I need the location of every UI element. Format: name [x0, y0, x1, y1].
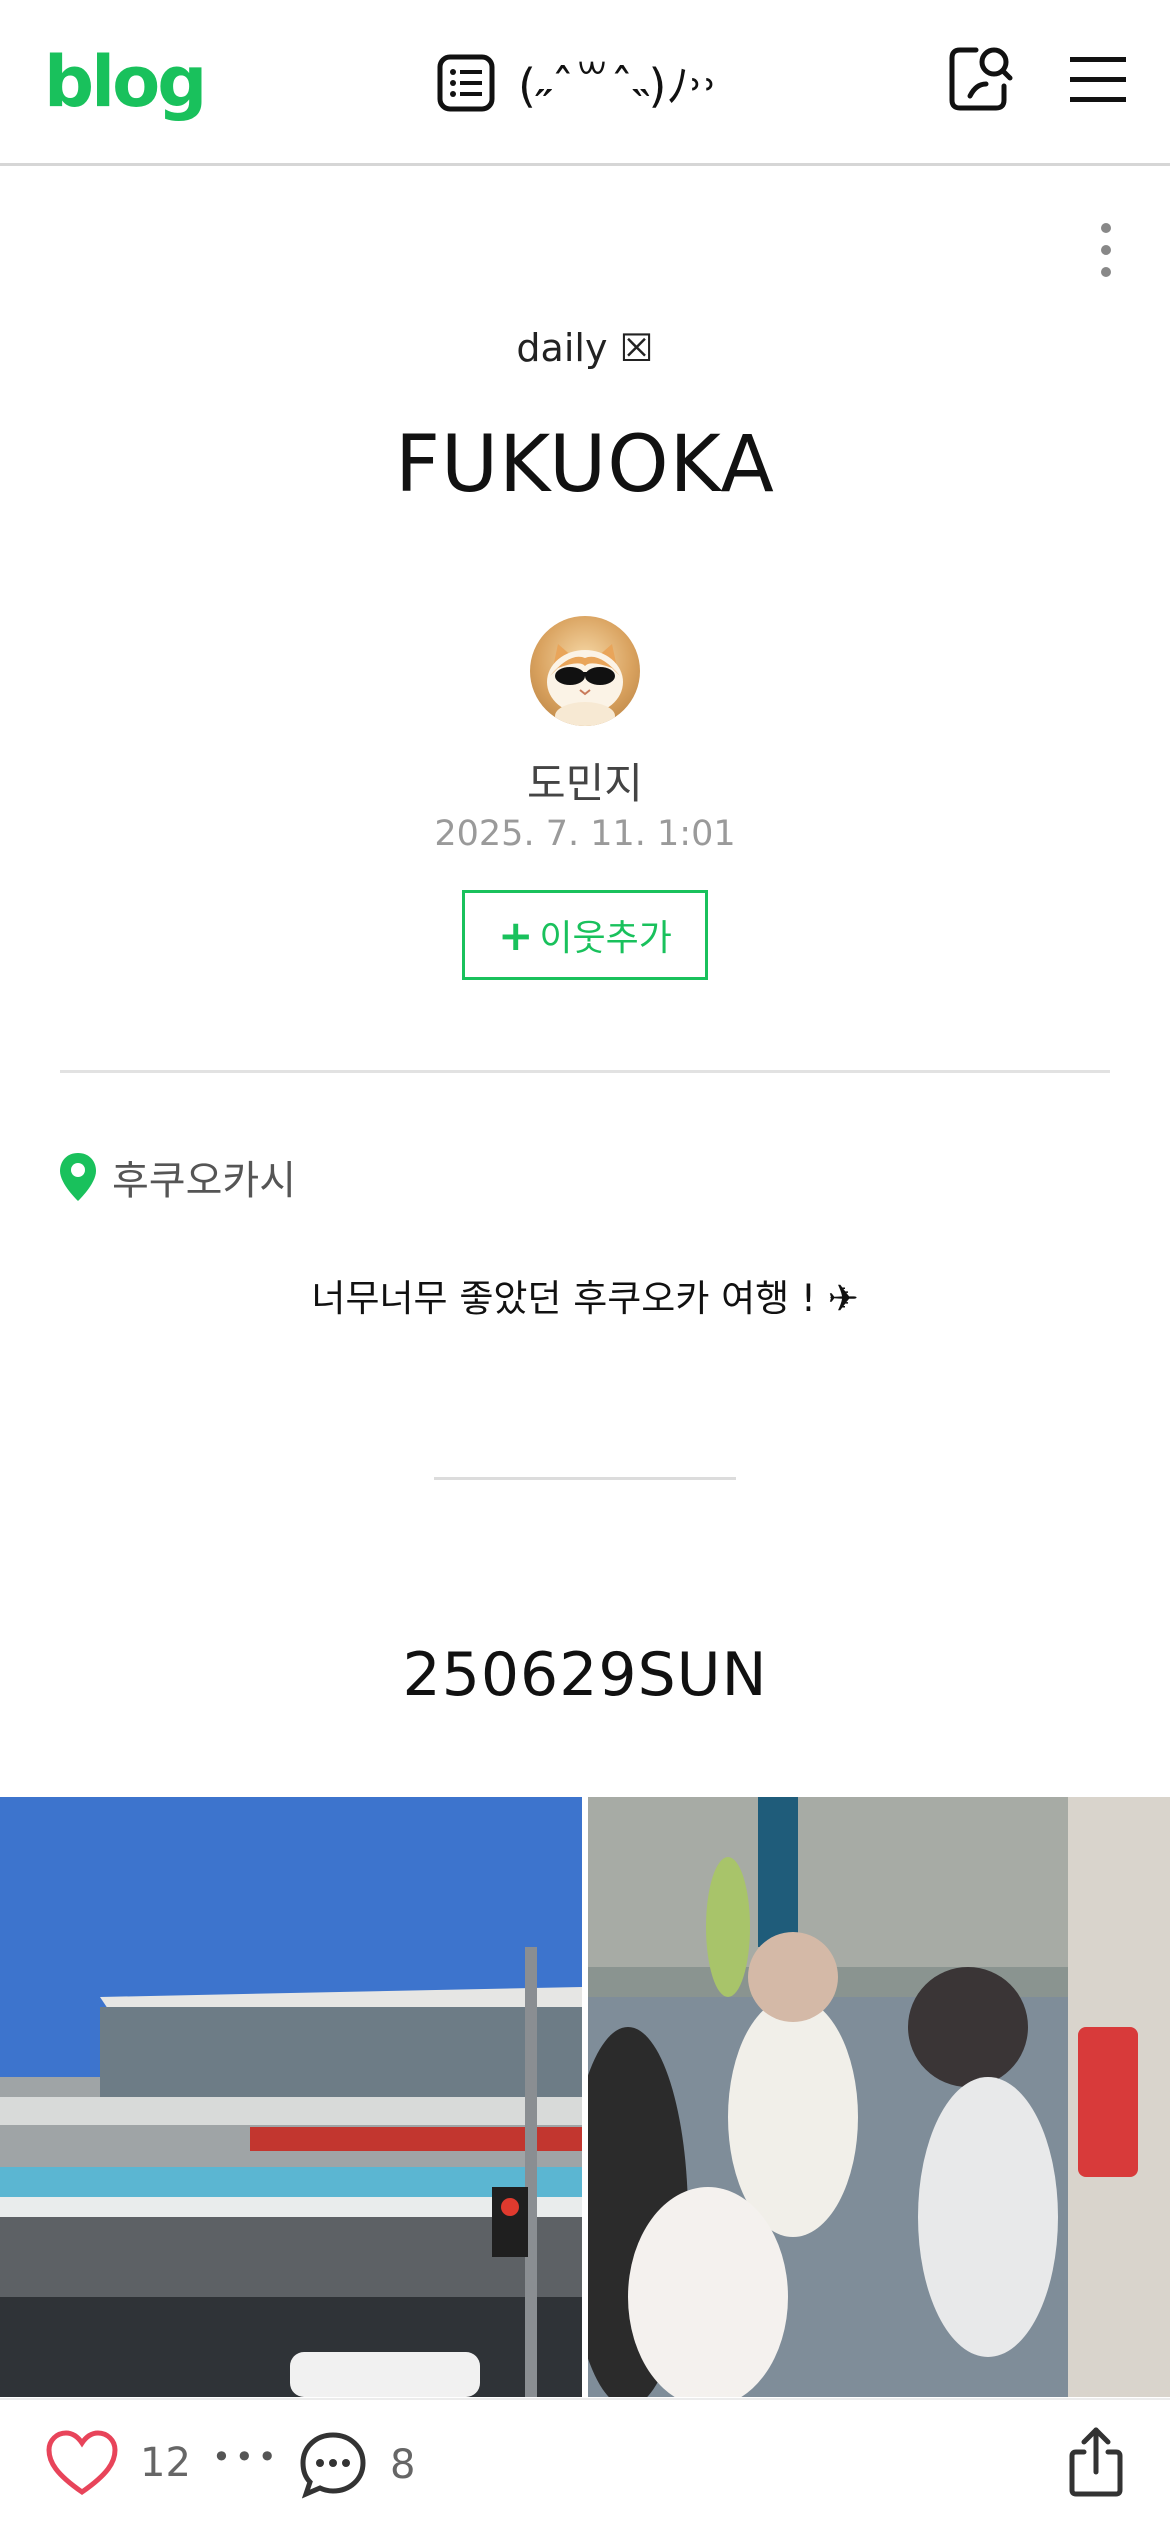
post-category[interactable]: daily ☒ [0, 326, 1170, 370]
share-icon [1069, 2427, 1123, 2497]
section-title: 250629SUN [402, 1640, 768, 1710]
plus-icon: + [498, 910, 534, 960]
share-button[interactable] [1068, 2426, 1124, 2498]
top-header: blog (˶ˆ꒳ˆ˵)ﾉ˒˒ [0, 0, 1170, 166]
post-title: FUKUOKA [395, 420, 775, 510]
bottom-action-bar: 12 ••• 8 [0, 2398, 1170, 2532]
hamburger-menu-icon[interactable] [1070, 53, 1126, 105]
post-intro-text: 너무너무 좋았던 후쿠오카 여행 ! ✈ [311, 1277, 859, 1320]
heart-icon [46, 2430, 118, 2496]
add-neighbor-button[interactable]: + 이웃추가 [462, 890, 708, 980]
comment-count: 8 [390, 2442, 416, 2488]
search-icon[interactable] [946, 44, 1014, 114]
station-people-illustration [588, 1797, 1170, 2397]
list-icon[interactable] [436, 53, 496, 113]
blog-logo[interactable]: blog [44, 42, 207, 122]
avatar[interactable] [530, 616, 640, 726]
comment-button[interactable]: 8 [298, 2430, 415, 2500]
cat-with-sunglasses-icon [547, 644, 623, 726]
airport-terminal-photo[interactable] [0, 1797, 582, 2397]
like-count: 12 [140, 2440, 191, 2486]
header-actions [946, 44, 1126, 114]
location-tag[interactable]: 후쿠오카시 [58, 1148, 296, 1206]
like-button[interactable]: 12 [46, 2430, 191, 2496]
location-label: 후쿠오카시 [112, 1158, 296, 1204]
airport-terminal-illustration [0, 1797, 582, 2397]
section-divider [434, 1477, 736, 1480]
comment-bubble-icon [300, 2432, 366, 2499]
divider [60, 1070, 1110, 1073]
more-reactions-button[interactable]: ••• [212, 2438, 281, 2476]
more-dots-icon: ••• [212, 2438, 281, 2476]
add-neighbor-label: 이웃추가 [539, 918, 672, 959]
blog-title-area[interactable]: (˶ˆ꒳ˆ˵)ﾉ˒˒ [436, 48, 718, 118]
post-date: 2025. 7. 11. 1:01 [434, 814, 736, 854]
blog-title[interactable]: (˶ˆ꒳ˆ˵)ﾉ˒˒ [518, 50, 718, 116]
author-name[interactable]: 도민지 [0, 750, 1170, 811]
more-options-icon[interactable] [1094, 222, 1118, 278]
people-at-station-photo[interactable] [588, 1797, 1170, 2397]
map-pin-icon [60, 1153, 96, 1201]
